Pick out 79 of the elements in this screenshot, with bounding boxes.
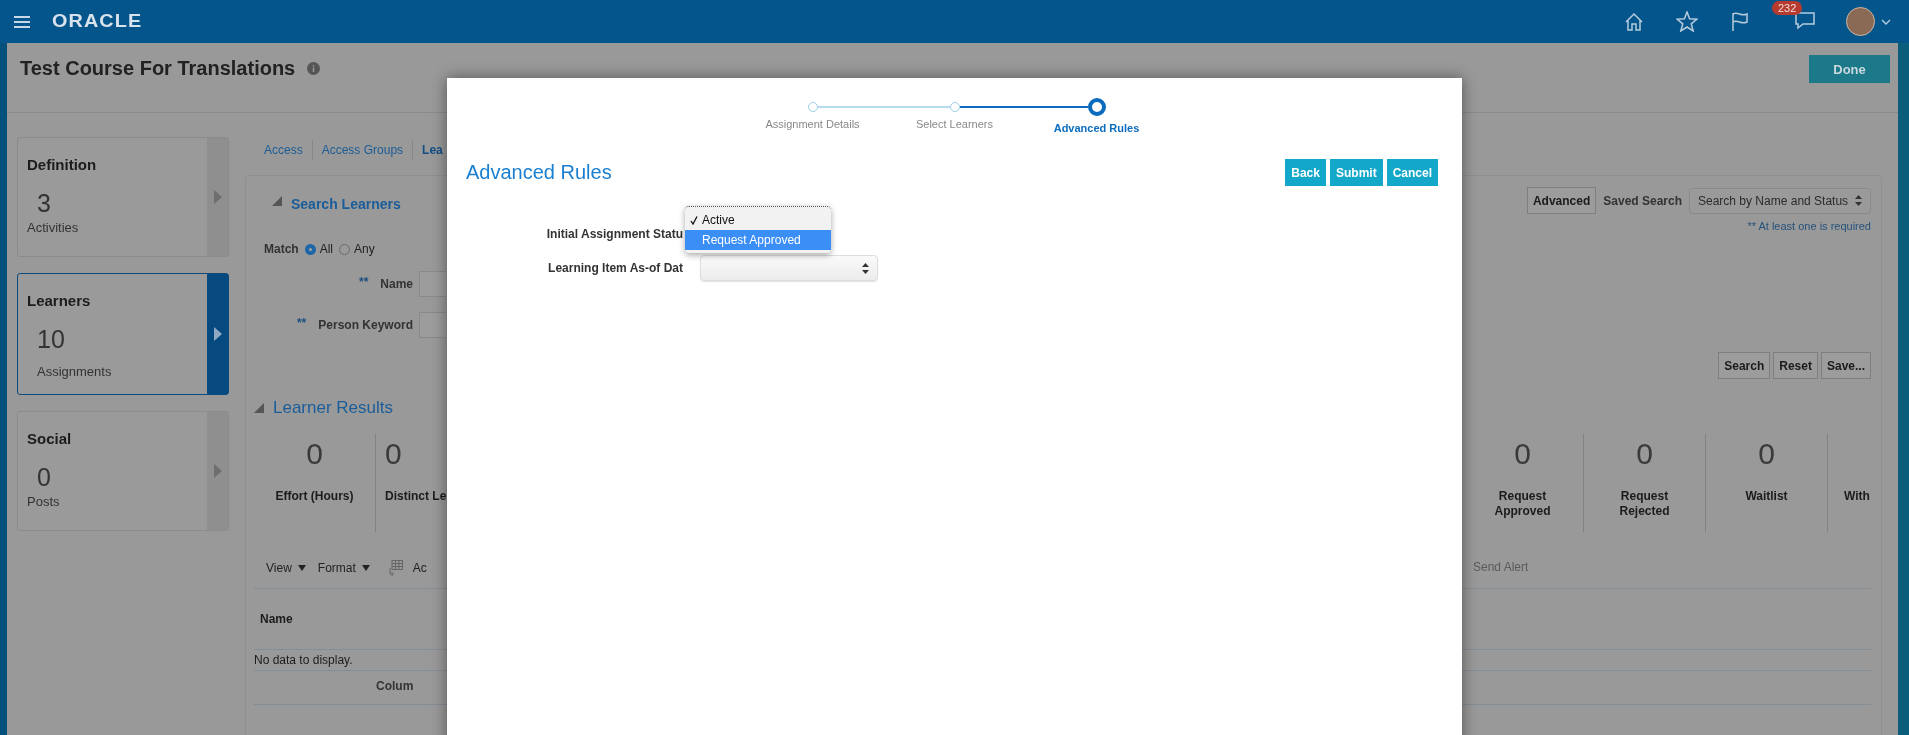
step-marker[interactable]: [1087, 98, 1106, 116]
required-marker: **: [358, 274, 369, 289]
action-button[interactable]: Save...: [1820, 352, 1871, 379]
actions-menu[interactable]: Ac: [412, 561, 427, 575]
step-marker[interactable]: [949, 102, 960, 112]
metric-label: Distinct Le: [385, 489, 447, 504]
metric-value: 0: [306, 437, 323, 472]
table-arrow-icon[interactable]: [386, 560, 403, 576]
caret-right-icon[interactable]: [213, 327, 222, 341]
home-icon[interactable]: [1624, 11, 1644, 32]
column-footer: Colum: [376, 679, 414, 693]
metric-value: 0: [1514, 437, 1531, 472]
metric-value: 0: [1758, 437, 1775, 472]
card-title: Social: [27, 430, 73, 447]
dropdown-option[interactable]: Request Approved: [685, 230, 831, 250]
notification-badge: 232: [1772, 0, 1803, 15]
radio-label: All: [319, 242, 333, 256]
action-button[interactable]: Search: [1718, 352, 1771, 379]
view-menu[interactable]: View: [266, 561, 292, 575]
metric-value: 0: [385, 437, 402, 472]
field-label: Learning Item As-of Dat: [547, 261, 683, 275]
dialog-title: Advanced Rules: [466, 161, 612, 184]
card-caption: Activities: [27, 220, 80, 235]
done-button[interactable]: Done: [1809, 55, 1890, 83]
star-icon[interactable]: [1676, 11, 1698, 32]
menu-icon[interactable]: [14, 14, 30, 29]
empty-message: No data to display.: [254, 653, 353, 667]
checkmark-icon[interactable]: [689, 215, 698, 225]
section-title: Learner Results: [273, 398, 393, 418]
metric-label: Request Approved: [1493, 489, 1552, 519]
card-title: Definition: [27, 156, 98, 173]
required-marker: **: [296, 315, 307, 330]
card-count: 10: [37, 325, 66, 354]
action-button[interactable]: Reset: [1773, 352, 1818, 379]
card-caption: Assignments: [37, 364, 113, 379]
nav-card[interactable]: Learners 10 Assignments: [17, 273, 229, 395]
card-count: 3: [37, 189, 52, 218]
metric-label: Waitlist: [1745, 489, 1788, 504]
nav-card[interactable]: Social 0 Posts: [17, 411, 229, 531]
flag-icon[interactable]: [1730, 11, 1750, 32]
saved-search-select[interactable]: Search by Name and Status: [1689, 187, 1871, 214]
caret-icon[interactable]: [1881, 18, 1891, 25]
avatar[interactable]: [1846, 7, 1875, 36]
format-menu[interactable]: Format: [317, 561, 356, 575]
step-label[interactable]: Select Learners: [915, 118, 993, 130]
field-label: Initial Assignment Statu: [545, 227, 683, 241]
field-label: Name: [380, 277, 413, 291]
chat-bubble-icon[interactable]: [1794, 9, 1816, 30]
radio-label: Any: [354, 242, 375, 256]
radio-button[interactable]: [304, 243, 316, 255]
required-note: ** At least one is required: [1747, 220, 1871, 232]
metric-label: With: [1844, 489, 1870, 504]
input-field[interactable]: [419, 271, 446, 297]
dropdown-triangle-icon[interactable]: [361, 565, 370, 571]
metric-value: 0: [1636, 437, 1653, 472]
page-title: Test Course For Translations: [20, 57, 296, 80]
input-field[interactable]: [419, 312, 446, 338]
column-header[interactable]: Name: [260, 612, 444, 626]
logo[interactable]: ORACLE: [52, 11, 143, 32]
step-label[interactable]: Assignment Details: [765, 118, 860, 130]
advanced-button[interactable]: Advanced: [1526, 187, 1597, 214]
card-caption: Posts: [27, 494, 61, 509]
metric-label: Effort (Hours): [275, 489, 354, 504]
nav-card[interactable]: Definition 3 Activities: [17, 137, 229, 257]
field-label: Person Keyword: [318, 318, 413, 332]
step-label[interactable]: Advanced Rules: [1053, 122, 1140, 134]
dropdown-option[interactable]: Active: [685, 210, 831, 230]
field-label: Saved Search: [1603, 193, 1682, 208]
updown-arrows-icon[interactable]: [862, 262, 869, 274]
step-marker[interactable]: [807, 102, 818, 112]
field-label: Match: [264, 242, 299, 256]
card-count: 0: [37, 463, 52, 492]
dropdown-triangle-icon[interactable]: [297, 565, 306, 571]
collapse-triangle-icon[interactable]: [254, 403, 264, 413]
collapse-triangle-icon[interactable]: [272, 195, 282, 206]
metric-label: Request Rejected: [1618, 489, 1671, 519]
section-title: Search Learners: [291, 195, 401, 212]
info-icon[interactable]: [307, 62, 321, 75]
card-title: Learners: [27, 292, 92, 309]
